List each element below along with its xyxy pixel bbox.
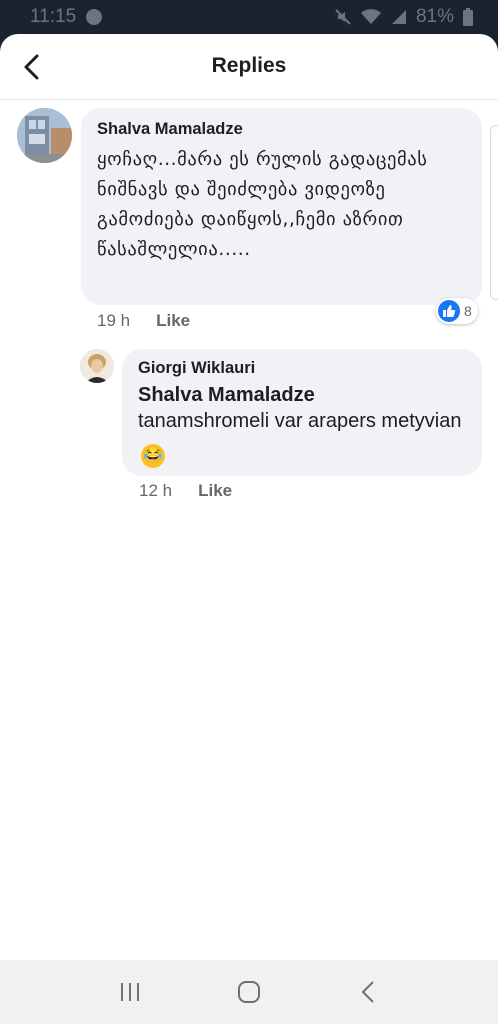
home-icon (237, 981, 260, 1003)
reply-mention[interactable]: Shalva Mamaladze (138, 384, 466, 407)
battery-icon (463, 8, 473, 26)
avatar[interactable] (80, 349, 114, 383)
thumbs-up-icon (438, 300, 460, 322)
comment-bubble[interactable]: Shalva Mamaladze ყოჩაღ...მარა ეს რულის გ… (81, 108, 482, 305)
like-button[interactable]: Like (156, 311, 190, 331)
reaction-count: 8 (464, 303, 472, 319)
reply-time: 12 h (139, 481, 173, 500)
comment-author[interactable]: Shalva Mamaladze (97, 120, 466, 139)
laughing-emoji: 😂 (141, 444, 165, 468)
avatar-image (80, 349, 114, 383)
comment-text: ყოჩაღ...მარა ეს რულის გადაცემას ნიშნავს … (97, 149, 428, 260)
mute-icon (335, 9, 351, 25)
messenger-icon (86, 9, 103, 25)
like-button[interactable]: Like (198, 481, 232, 501)
avatar[interactable] (17, 108, 72, 163)
avatar-image (17, 108, 72, 163)
comment-time: 19 h (97, 311, 131, 330)
back-icon (361, 981, 375, 1003)
reply-author[interactable]: Giorgi Wiklauri (138, 359, 466, 378)
reply-meta: 12 h Like (139, 481, 232, 501)
page-title: Replies (211, 54, 287, 77)
replies-sheet: Replies Shalva Mamaladze ყოჩაღ...მარა ეს… (0, 34, 498, 960)
status-time: 11:15 (30, 6, 77, 27)
home-button[interactable] (229, 972, 269, 1012)
comment-meta: 19 h Like (97, 311, 190, 331)
battery-percent: 81% (415, 6, 454, 27)
status-bar: 11:15 81% (0, 0, 498, 34)
wifi-icon (360, 9, 381, 24)
back-nav-button[interactable] (348, 972, 388, 1012)
signal-icon (391, 10, 406, 24)
recents-icon (120, 983, 139, 1001)
recents-button[interactable] (110, 972, 150, 1012)
reply-bubble[interactable]: Giorgi Wiklauri Shalva Mamaladze tanamsh… (122, 349, 482, 476)
reply-text-wrap: tanamshromeli var arapers metyvian 😂 (138, 407, 466, 468)
reaction-badge[interactable]: 8 (436, 298, 478, 324)
status-right: 81% (334, 6, 474, 28)
reply-text: tanamshromeli var arapers metyvian (138, 410, 462, 432)
header: Replies (0, 34, 498, 100)
system-nav-bar (0, 960, 498, 1024)
scrollbar[interactable] (490, 125, 498, 300)
